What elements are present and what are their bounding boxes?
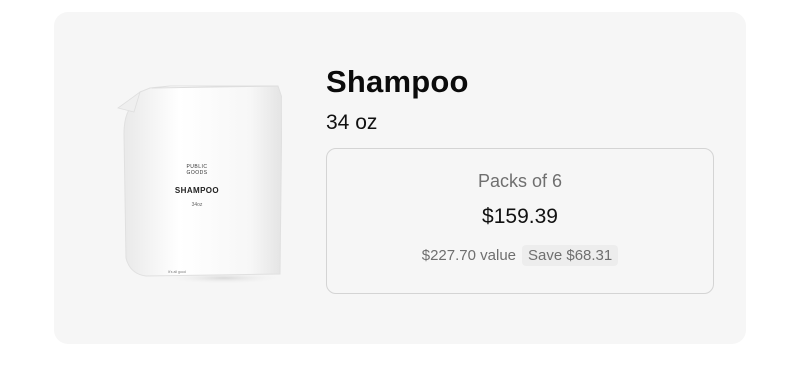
pouch-tagline: It's all good	[168, 270, 186, 274]
pouch-label: SHAMPOO	[174, 186, 220, 195]
pouch-brand-line2: GOODS	[186, 170, 208, 176]
product-size: 34 oz	[326, 111, 378, 134]
product-card: PUBLIC GOODS SHAMPOO 34oz It's all good …	[54, 12, 746, 344]
pack-label: Packs of 6	[477, 171, 563, 191]
product-title: Shampoo	[326, 64, 469, 99]
shampoo-pouch-image: PUBLIC GOODS SHAMPOO 34oz It's all good	[112, 78, 282, 294]
pack-offer-option[interactable]: Packs of 6 $159.39 $227.70 value Save $6…	[326, 148, 714, 294]
pack-meta: $227.70 value Save $68.31	[327, 245, 713, 266]
pouch-brand: PUBLIC GOODS	[112, 164, 282, 176]
pack-price: $159.39	[482, 205, 558, 228]
savings-badge: Save $68.31	[522, 245, 619, 266]
pack-value: $227.70 value	[421, 247, 516, 264]
pouch-size: 34oz	[191, 202, 203, 208]
